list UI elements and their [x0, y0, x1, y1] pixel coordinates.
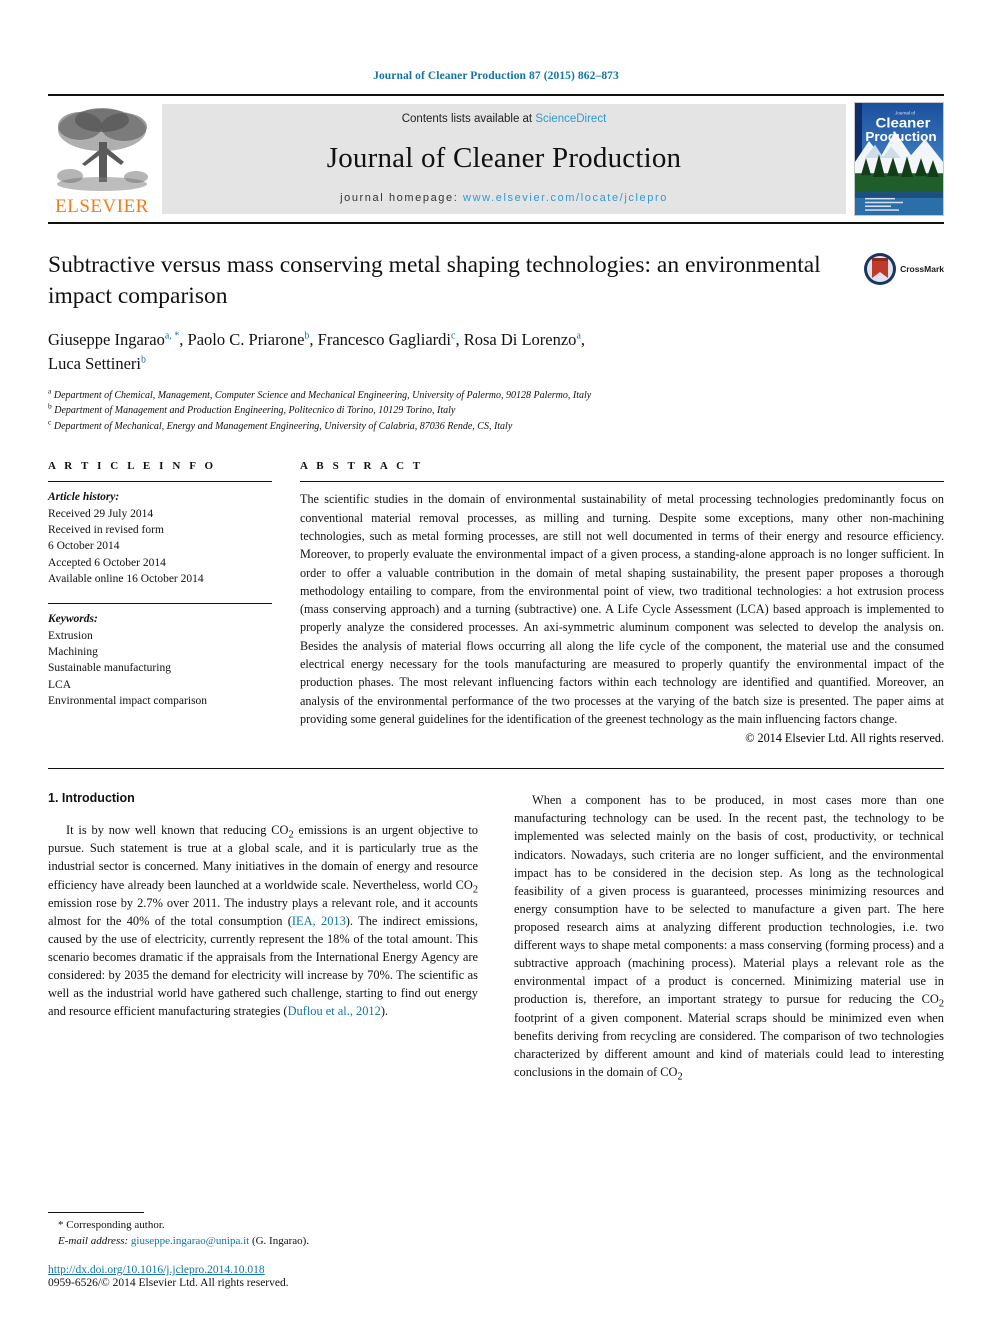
history-item: Available online 16 October 2014	[48, 573, 204, 586]
author-3-name: Francesco Gagliardi	[317, 330, 451, 350]
author-4-name: Rosa Di Lorenzo	[463, 330, 577, 350]
journal-cover-artwork: Journal of Cleaner Production	[855, 103, 943, 215]
email-suffix: (G. Ingarao).	[251, 1235, 310, 1248]
co2-subscript: 2	[472, 884, 478, 896]
affiliation-marker-b: b	[48, 402, 52, 412]
author-3-affiliation-marker: c	[451, 330, 456, 342]
email-note: E-mail address: giuseppe.ingarao@unipa.i…	[48, 1234, 478, 1250]
title-block: Subtractive versus mass conserving metal…	[48, 250, 944, 312]
author-list: Giuseppe Ingaraoa, *, Paolo C. Priaroneb…	[48, 330, 586, 373]
abstract-copyright: © 2014 Elsevier Ltd. All rights reserved…	[745, 731, 944, 746]
cover-small-title: Journal of	[895, 110, 916, 115]
affiliation-list: a Department of Chemical, Management, Co…	[48, 386, 944, 435]
intro-right-text-2: footprint of a given component. Material…	[514, 1010, 944, 1079]
article-page: Journal of Cleaner Production 87 (2015) …	[0, 0, 992, 1323]
title-text-wrap: Subtractive versus mass conserving metal…	[48, 250, 849, 312]
intro-text-4: ). The indirect emissions, caused by the…	[48, 913, 478, 1019]
masthead-bottom-rule	[48, 222, 944, 224]
section-heading-introduction: 1. Introduction	[48, 791, 135, 806]
journal-cover-thumbnail: Journal of Cleaner Production	[854, 102, 944, 216]
author-1-affiliation-marker: a, *	[164, 330, 180, 342]
history-item: Received 29 July 2014	[48, 507, 154, 520]
contents-prefix: Contents lists available at	[401, 113, 533, 125]
co2-subscript: 2	[938, 998, 944, 1010]
issn-copyright-line: 0959-6526/© 2014 Elsevier Ltd. All right…	[48, 1277, 289, 1289]
affiliation-text-c: Department of Mechanical, Energy and Man…	[53, 420, 513, 432]
footnote-rule	[48, 1212, 144, 1214]
cover-title-production: Production	[865, 129, 936, 144]
author-2-affiliation-marker: b	[304, 330, 310, 342]
doi-link[interactable]: http://dx.doi.org/10.1016/j.jclepro.2014…	[48, 1264, 478, 1276]
affiliation-row: b Department of Management and Productio…	[48, 403, 944, 419]
affiliation-marker-c: c	[48, 417, 52, 427]
co2-subscript: 2	[677, 1071, 683, 1083]
history-item: 6 October 2014	[48, 540, 120, 553]
keyword-item: Extrusion	[48, 629, 93, 642]
citation-link-iea[interactable]: IEA, 2013	[292, 914, 346, 928]
abstract-text: The scientific studies in the domain of …	[300, 492, 944, 726]
author-5-name: Luca Settineri	[48, 353, 142, 373]
affiliation-text-b: Department of Management and Production …	[54, 405, 456, 417]
elsevier-logo: ELSEVIER	[48, 98, 156, 218]
page-footer: * Corresponding author. E-mail address: …	[48, 1212, 478, 1289]
article-history-block: Article history: Received 29 July 2014 R…	[48, 482, 272, 587]
doi-block: http://dx.doi.org/10.1016/j.jclepro.2014…	[48, 1264, 478, 1289]
homepage-prefix: journal homepage:	[340, 192, 459, 204]
crossmark-icon	[864, 253, 897, 285]
sciencedirect-link[interactable]: ScienceDirect	[535, 113, 606, 125]
elsevier-tree-icon	[57, 108, 148, 191]
journal-homepage-line: journal homepage: www.elsevier.com/locat…	[340, 192, 668, 204]
author-2-name: Paolo C. Priarone	[187, 330, 305, 350]
article-info-heading: A R T I C L E I N F O	[48, 460, 217, 473]
keywords-label: Keywords:	[48, 613, 98, 626]
history-item: Received in revised form	[48, 524, 164, 537]
affiliation-text-a: Department of Chemical, Management, Comp…	[53, 389, 592, 401]
journal-masthead: ELSEVIER Contents lists available at Sci…	[48, 98, 944, 218]
abstract-heading: A B S T R A C T	[300, 460, 424, 473]
journal-title: Journal of Cleaner Production	[326, 142, 682, 174]
author-5-affiliation-marker: b	[141, 354, 147, 366]
article-info-column: A R T I C L E I N F O Article history: R…	[48, 460, 300, 746]
author-1-name: Giuseppe Ingarao	[48, 330, 165, 350]
keywords-block: Keywords: Extrusion Machining Sustainabl…	[48, 604, 272, 709]
intro-text-5: ).	[380, 1004, 389, 1019]
body-columns: 1. Introduction It is by now well known …	[48, 791, 944, 1083]
article-history-label: Article history:	[48, 491, 120, 504]
corresponding-author-note: * Corresponding author.	[58, 1219, 165, 1232]
intro-paragraph-left: It is by now well known that reducing CO…	[48, 821, 478, 1020]
running-head: Journal of Cleaner Production 87 (2015) …	[373, 70, 619, 82]
body-top-rule	[48, 768, 944, 770]
history-item: Accepted 6 October 2014	[48, 556, 166, 569]
masthead-center: Contents lists available at ScienceDirec…	[162, 104, 846, 214]
crossmark-badge[interactable]: CrossMark	[849, 250, 944, 312]
abstract-column: A B S T R A C T The scientific studies i…	[300, 460, 944, 746]
crossmark-label: CrossMark	[900, 264, 944, 274]
intro-paragraph-right: When a component has to be produced, in …	[514, 791, 944, 1083]
keyword-item: Machining	[48, 646, 98, 658]
info-abstract-region: A R T I C L E I N F O Article history: R…	[48, 460, 944, 746]
affiliation-marker-a: a	[48, 386, 52, 396]
body-column-right: When a component has to be produced, in …	[514, 791, 944, 1083]
affiliation-row: a Department of Chemical, Management, Co…	[48, 386, 944, 404]
citation-link-duflou[interactable]: Duflou et al., 2012	[288, 1004, 381, 1018]
affiliation-row: c Department of Mechanical, Energy and M…	[48, 417, 944, 435]
author-4-affiliation-marker: a	[576, 330, 581, 342]
elsevier-wordmark: ELSEVIER	[55, 196, 149, 217]
intro-text-1: It is by now well known that reducing CO	[66, 823, 289, 838]
intro-right-text-1: When a component has to be produced, in …	[514, 793, 944, 1007]
keyword-item: LCA	[48, 678, 71, 691]
body-column-left: 1. Introduction It is by now well known …	[48, 791, 478, 1081]
keyword-item: Environmental impact comparison	[48, 694, 208, 707]
email-label: E-mail address:	[58, 1235, 129, 1248]
page-title: Subtractive versus mass conserving metal…	[48, 252, 821, 310]
keyword-item: Sustainable manufacturing	[48, 662, 171, 675]
contents-available-line: Contents lists available at ScienceDirec…	[402, 113, 607, 125]
homepage-url-link[interactable]: www.elsevier.com/locate/jclepro	[463, 192, 668, 204]
masthead-top-rule	[48, 94, 944, 96]
email-link[interactable]: giuseppe.ingarao@unipa.it	[131, 1235, 249, 1247]
